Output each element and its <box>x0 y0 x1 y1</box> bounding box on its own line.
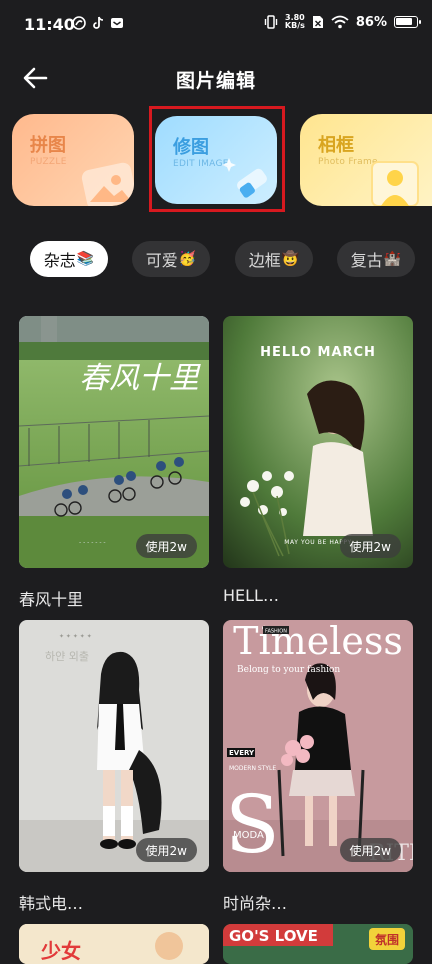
template-thumbnail: GO'S LOVE 氛围 <box>223 924 413 964</box>
battery-icon <box>394 16 421 28</box>
battery-percent: 86% <box>355 14 387 30</box>
template-overlay-text: Timeless <box>233 620 403 663</box>
template-card[interactable]: 春风十里 - - - - - - - 使用2w 春风十里 <box>19 316 209 611</box>
party-face-emoji-icon: 🥳 <box>178 251 197 267</box>
chip-retro[interactable]: 复古 🏰 <box>337 241 415 277</box>
network-speed-unit: KB/s <box>284 21 305 30</box>
chip-label: 杂志 <box>43 251 76 270</box>
photo-frame-card-title: 相框 <box>318 135 354 156</box>
template-card[interactable]: 하얀 외출 ✦ ✦ ✦ ✦ ✦ 使用2w 韩式电… <box>19 620 209 915</box>
template-tagline-text: Belong to your fashion <box>237 665 340 675</box>
template-card[interactable]: GO'S LOVE 氛围 <box>223 924 413 964</box>
template-overlay-text: 少女 <box>40 939 81 963</box>
castle-emoji-icon: 🏰 <box>383 251 402 267</box>
sim-off-icon <box>312 16 323 28</box>
svg-text:✦ ✦ ✦ ✦ ✦: ✦ ✦ ✦ ✦ ✦ <box>59 633 92 640</box>
chip-label: 复古 <box>350 251 383 270</box>
usage-badge: 使用2w <box>135 534 197 558</box>
chip-label: 边框 <box>248 251 281 270</box>
battery-level <box>396 18 413 25</box>
template-title: 春风十里 <box>19 590 84 609</box>
chip-magazine[interactable]: 杂志 📚 <box>30 241 108 277</box>
usage-badge: 使用2w <box>339 838 401 862</box>
puzzle-card-title: 拼图 <box>30 135 66 156</box>
template-card[interactable]: HELLO MARCH MAY YOU BE HAPPY 使用2w HELL… <box>223 316 413 611</box>
network-speed: 3.80 KB/s <box>285 14 305 30</box>
template-overlay-text: HELLO MARCH <box>260 345 376 360</box>
usage-badge: 使用2w <box>339 534 401 558</box>
clock: 11:40 <box>24 15 75 34</box>
template-every-text: EVERY <box>229 749 255 757</box>
portrait-frame-icon <box>371 161 419 206</box>
template-thumbnail: HELLO MARCH MAY YOU BE HAPPY <box>223 316 413 568</box>
category-chips: 杂志 📚 可爱 🥳 边框 🤠 复古 🏰 <box>0 241 432 277</box>
wifi-icon <box>331 15 349 29</box>
template-big-letter-text: S <box>225 778 280 871</box>
vibrate-icon <box>264 15 278 29</box>
status-bar: 11:40 3.80 KB/s 86% <box>0 0 432 50</box>
app-header: 图片编辑 <box>0 58 432 98</box>
puzzle-card-subtitle: PUZZLE <box>30 157 67 167</box>
edit-image-card-title: 修图 <box>173 137 209 158</box>
template-overlay-text: 하얀 외출 <box>45 649 89 663</box>
photo-frame-card[interactable]: 相框 Photo Frame <box>300 114 432 206</box>
template-thumbnail: 春风十里 - - - - - - - <box>19 316 209 568</box>
message-icon <box>111 18 123 28</box>
books-emoji-icon: 📚 <box>76 251 95 267</box>
tiktok-icon <box>93 16 104 29</box>
edit-image-card[interactable]: 修图 EDIT IMAGE <box>155 116 277 204</box>
puzzle-card[interactable]: 拼图 PUZZLE <box>12 114 134 206</box>
chip-border[interactable]: 边框 🤠 <box>235 241 313 277</box>
page-title: 图片编辑 <box>175 70 256 92</box>
picture-icon <box>81 162 134 206</box>
system-icons: 3.80 KB/s 86% <box>264 14 421 30</box>
usage-badge: 使用2w <box>135 838 197 862</box>
template-title: 韩式电… <box>19 894 84 913</box>
template-thumbnail: 하얀 외출 ✦ ✦ ✦ ✦ ✦ <box>19 620 209 872</box>
template-card[interactable]: Timeless FASHION Belong to your fashion … <box>223 620 413 915</box>
template-card[interactable]: 少女 <box>19 924 209 964</box>
template-fashion-text: FASHION <box>265 629 287 635</box>
svg-text:- - - - - - -: - - - - - - - <box>79 539 106 546</box>
category-cards: 拼图 PUZZLE 修图 EDIT IMAGE 相框 Photo Frame <box>0 114 432 206</box>
template-title: HELL… <box>223 586 279 605</box>
app-notification-icon <box>72 16 86 30</box>
notification-icons <box>72 16 124 30</box>
template-thumbnail: Timeless FASHION Belong to your fashion … <box>223 620 413 872</box>
magic-eraser-icon <box>222 158 267 198</box>
template-overlay-text: 春风十里 <box>79 361 201 396</box>
chip-cute[interactable]: 可爱 🥳 <box>132 241 210 277</box>
cowboy-emoji-icon: 🤠 <box>281 251 300 267</box>
template-badge-text: 氛围 <box>375 932 399 947</box>
template-overlay-text: GO'S LOVE <box>229 927 318 945</box>
template-title: 时尚杂… <box>223 894 288 913</box>
template-moda-text: MODA <box>233 830 264 841</box>
template-thumbnail: 少女 <box>19 924 209 964</box>
template-modern-text: MODERN STYLE <box>229 765 276 772</box>
chip-label: 可爱 <box>145 251 178 270</box>
